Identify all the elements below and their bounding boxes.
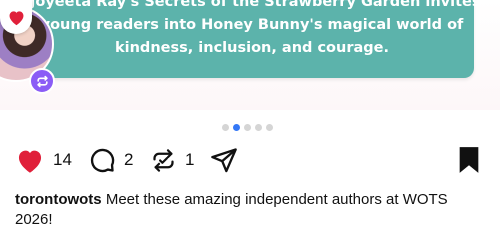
quote-card-line: young readers into Honey Bunny's magical… (40, 17, 464, 33)
repost-button[interactable]: 1 (150, 145, 194, 175)
action-bar: 14 2 1 (15, 145, 485, 175)
send-icon (211, 148, 237, 173)
like-count: 14 (53, 150, 72, 169)
like-button[interactable]: 14 (15, 145, 72, 175)
save-button[interactable] (456, 145, 482, 175)
quote-card: Joyeeta Ray's Secrets of the Strawberry … (30, 0, 481, 78)
caption-username[interactable]: torontowots (15, 191, 102, 208)
heart-icon (18, 150, 42, 173)
repost-count: 1 (185, 150, 195, 169)
repost-badge (29, 68, 55, 94)
carousel-dot-active[interactable] (233, 123, 240, 131)
comment-bubble-icon (90, 148, 115, 173)
quote-card-line: Joyeeta Ray's Secrets of the Strawberry … (30, 0, 481, 10)
repost-icon (153, 148, 174, 172)
heart-icon (9, 10, 23, 25)
comment-button[interactable]: 2 (88, 145, 133, 175)
carousel-dot[interactable] (255, 123, 262, 131)
carousel-dot[interactable] (222, 123, 229, 131)
comment-count: 2 (124, 150, 134, 169)
bookmark-icon (459, 147, 479, 173)
carousel-pagination (222, 123, 273, 131)
carousel-slide[interactable]: Joyeeta Ray's Secrets of the Strawberry … (0, 0, 500, 110)
carousel-dot[interactable] (244, 123, 251, 131)
share-button[interactable] (210, 145, 238, 175)
reaction-bubble (0, 0, 32, 34)
post-caption: torontowots Meet these amazing independe… (15, 190, 487, 230)
repost-icon (36, 75, 48, 87)
post-view: Joyeeta Ray's Secrets of the Strawberry … (0, 0, 500, 250)
quote-card-line: kindness, inclusion, and courage. (115, 40, 389, 56)
carousel-dot[interactable] (266, 123, 273, 131)
